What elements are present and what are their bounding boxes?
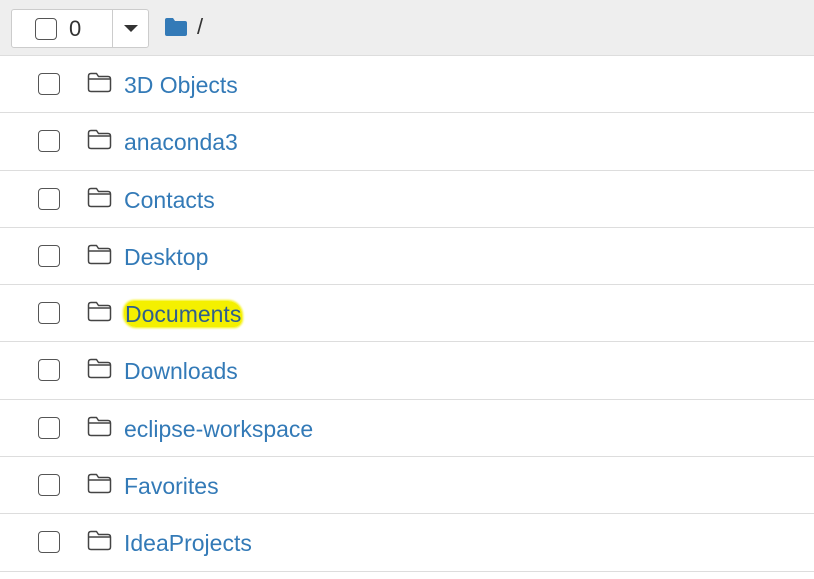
folder-outline-icon (87, 358, 112, 379)
row-checkbox[interactable] (38, 244, 60, 267)
breadcrumb: / (164, 14, 203, 40)
folder-outline-icon (87, 301, 112, 322)
folder-outline-icon (87, 416, 112, 437)
folder-name: eclipse-workspace (124, 415, 314, 442)
folder-link[interactable]: anaconda3 (124, 129, 238, 156)
list-item: IdeaProjects (0, 514, 814, 572)
folder-outline-icon (87, 530, 112, 551)
folder-link[interactable]: Favorites (124, 473, 219, 500)
folder-outline-icon (87, 129, 112, 150)
list-item: Contacts (0, 171, 814, 228)
folder-link[interactable]: eclipse-workspace (124, 416, 313, 443)
row-checkbox[interactable] (38, 130, 60, 153)
folder-name: anaconda3 (124, 129, 238, 156)
file-list: 3D Objects anaconda3 Contacts Desktop Docume… (0, 56, 814, 572)
select-button-group: 0 (11, 9, 149, 48)
folder-name: Contacts (124, 186, 215, 213)
folder-link[interactable]: Contacts (124, 187, 215, 214)
folder-link[interactable]: Desktop (124, 244, 208, 271)
list-item: Desktop (0, 228, 814, 286)
row-checkbox[interactable] (38, 187, 60, 210)
list-item: anaconda3 (0, 113, 814, 171)
list-item: 3D Objects (0, 56, 814, 114)
breadcrumb-root[interactable]: / (197, 14, 203, 40)
folder-filled-icon[interactable] (164, 17, 188, 37)
folder-outline-icon (87, 72, 112, 93)
row-checkbox[interactable] (38, 416, 60, 439)
folder-link[interactable]: IdeaProjects (124, 530, 252, 557)
folder-name: Favorites (124, 473, 219, 500)
selected-count: 0 (69, 15, 82, 41)
row-checkbox[interactable] (38, 359, 60, 382)
list-item: Documents (0, 285, 814, 343)
row-checkbox[interactable] (38, 302, 60, 325)
row-checkbox[interactable] (38, 474, 60, 497)
list-item: Favorites (0, 457, 814, 515)
folder-outline-icon (87, 187, 112, 208)
select-dropdown-button[interactable] (113, 10, 148, 47)
caret-down-icon (123, 25, 138, 32)
folder-link[interactable]: Documents (124, 301, 243, 328)
select-all-checkbox[interactable] (35, 17, 57, 40)
folder-name: Desktop (124, 243, 209, 270)
row-checkbox[interactable] (38, 531, 60, 554)
toolbar-header: 0 / (0, 0, 814, 56)
folder-name: Documents (124, 301, 243, 328)
folder-name: Downloads (124, 358, 238, 385)
folder-outline-icon (87, 473, 112, 494)
folder-name: 3D Objects (124, 72, 238, 98)
list-item: Downloads (0, 342, 814, 400)
folder-link[interactable]: Downloads (124, 358, 238, 385)
list-item: eclipse-workspace (0, 400, 814, 458)
folder-link[interactable]: 3D Objects (124, 72, 238, 99)
row-checkbox[interactable] (38, 73, 60, 95)
folder-name: IdeaProjects (124, 530, 252, 557)
folder-outline-icon (87, 244, 112, 265)
select-all-button[interactable]: 0 (12, 10, 113, 47)
